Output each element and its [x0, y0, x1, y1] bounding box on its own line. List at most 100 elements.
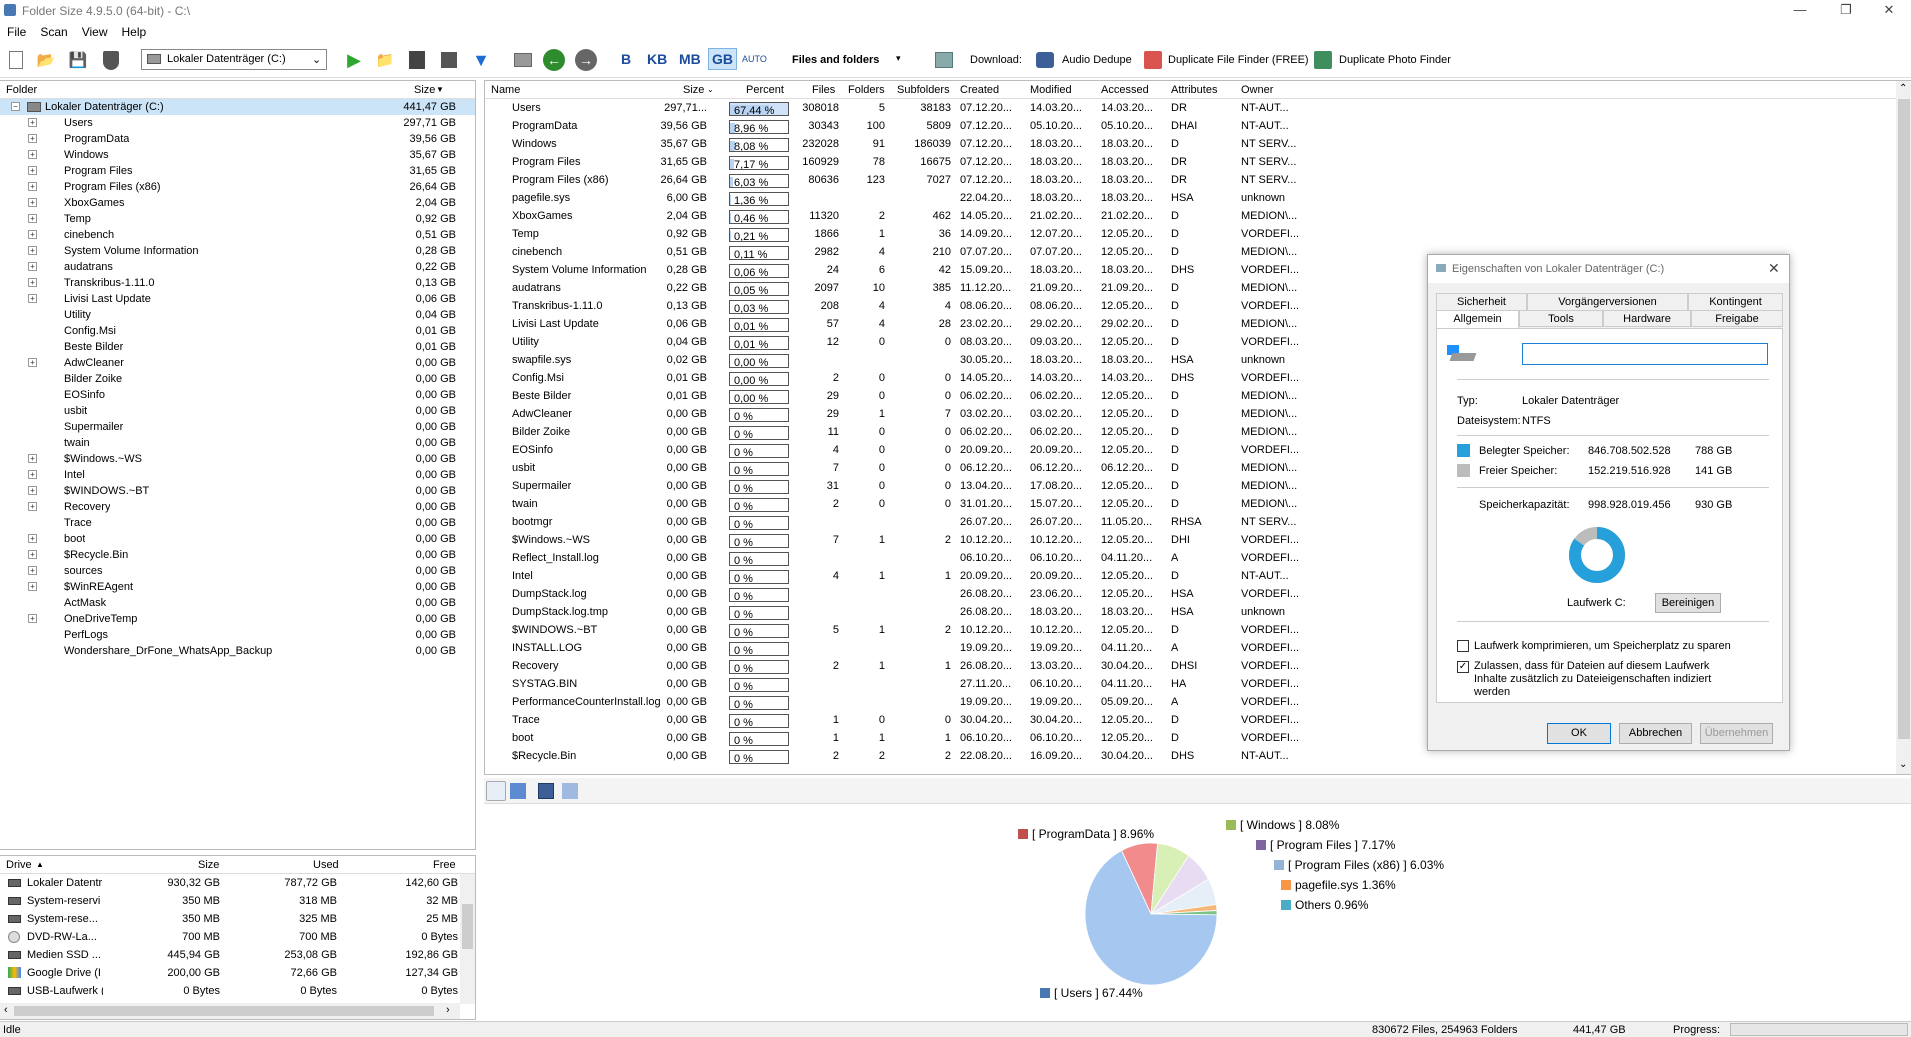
drives-vscrollbar[interactable] [460, 874, 475, 1004]
tree-row[interactable]: + Temp 0,92 GB [0, 211, 475, 227]
tab-tools[interactable]: Tools [1519, 310, 1603, 327]
drives-hscrollbar[interactable]: ‹ › [0, 1003, 460, 1019]
expand-icon[interactable]: + [28, 454, 37, 463]
file-row[interactable]: Program Files 31,65 GB 7,17 % 160929 78 16675… [485, 154, 1895, 172]
close-icon[interactable]: ✕ [1866, 0, 1911, 22]
drive-row[interactable]: Google Drive (I 200,00 GB 72,66 GB 127,34 G… [0, 964, 460, 982]
expand-icon[interactable]: + [28, 614, 37, 623]
duplicate-photo-finder-link[interactable]: Duplicate Photo Finder [1339, 54, 1451, 66]
tree-row[interactable]: + AdwCleaner 0,00 GB [0, 355, 475, 371]
tree-row[interactable]: Beste Bilder 0,01 GB [0, 339, 475, 355]
file-row[interactable]: Temp 0,92 GB 0,21 % 1866 1 36 14.09.20... 12.07… [485, 226, 1895, 244]
tree-header-size[interactable]: Size [414, 84, 435, 96]
expand-icon[interactable]: + [28, 502, 37, 511]
tree-row[interactable]: Wondershare_DrFone_WhatsApp_Backup 0,00 G… [0, 643, 475, 659]
drive-row[interactable]: System-rese... 350 MB 325 MB 25 MB [0, 910, 460, 928]
drive-row[interactable]: USB-Laufwerk (0 Bytes 0 Bytes 0 Bytes [0, 982, 460, 1000]
tree-row[interactable]: + $WINDOWS.~BT 0,00 GB [0, 483, 475, 499]
drives-header-size[interactable]: Size [198, 859, 219, 871]
export-icon[interactable] [405, 48, 429, 72]
tree-row[interactable]: ActMask 0,00 GB [0, 595, 475, 611]
file-row[interactable]: XboxGames 2,04 GB 0,46 % 11320 2 462 14.05.20.… [485, 208, 1895, 226]
file-list-vscrollbar[interactable]: ⌃ ⌄ [1896, 81, 1911, 774]
tree-row[interactable]: + Program Files (x86) 26,64 GB [0, 179, 475, 195]
tree-row[interactable]: Bilder Zoike 0,00 GB [0, 371, 475, 387]
file-row[interactable]: pagefile.sys 6,00 GB 1,36 % 22.04.20... 18.0… [485, 190, 1895, 208]
tree-row[interactable]: + Program Files 31,65 GB [0, 163, 475, 179]
expand-icon[interactable]: + [28, 278, 37, 287]
folder-chart-tab-icon[interactable] [562, 783, 578, 799]
tab-vorgaengerversionen[interactable]: Vorgängerversionen [1527, 293, 1688, 310]
tree-row[interactable]: EOSinfo 0,00 GB [0, 387, 475, 403]
col-percent[interactable]: Percent [746, 84, 784, 96]
play-icon[interactable]: ▶ [342, 48, 366, 72]
restore-icon[interactable]: ❐ [1823, 0, 1869, 22]
tree-row[interactable]: + ProgramData 39,56 GB [0, 131, 475, 147]
col-owner[interactable]: Owner [1241, 84, 1273, 96]
file-row[interactable]: Windows 35,67 GB 8,08 % 232028 91 186039 07.12… [485, 136, 1895, 154]
tree-row[interactable]: Utility 0,04 GB [0, 307, 475, 323]
expand-icon[interactable]: + [28, 198, 37, 207]
tree-row[interactable]: usbit 0,00 GB [0, 403, 475, 419]
file-row[interactable]: Users 297,71... 67,44 % 308018 5 38183 07.12.2… [485, 100, 1895, 118]
tab-sicherheit[interactable]: Sicherheit [1436, 293, 1527, 310]
open-folder-icon[interactable]: 📂 [34, 48, 58, 72]
col-name[interactable]: Name [491, 84, 520, 96]
tree-row[interactable]: + audatrans 0,22 GB [0, 259, 475, 275]
tree-header-folder[interactable]: Folder [6, 84, 37, 96]
expand-icon[interactable]: + [28, 230, 37, 239]
col-created[interactable]: Created [960, 84, 999, 96]
dialog-close-icon[interactable]: ✕ [1768, 260, 1780, 277]
tab-hardware[interactable]: Hardware [1603, 310, 1691, 327]
expand-icon[interactable]: + [28, 134, 37, 143]
tree-row[interactable]: Config.Msi 0,01 GB [0, 323, 475, 339]
apply-button[interactable]: Übernehmen [1700, 723, 1773, 744]
drives-header-free[interactable]: Free [433, 859, 456, 871]
unit-auto-button[interactable]: AUTO [742, 54, 767, 64]
drive-row[interactable]: Lokaler Datentr 930,32 GB 787,72 GB 142,60 … [0, 874, 460, 892]
minimize-icon[interactable]: — [1777, 0, 1823, 22]
tree-row[interactable]: Supermailer 0,00 GB [0, 419, 475, 435]
expand-icon[interactable]: + [28, 358, 37, 367]
tree-row[interactable]: + Intel 0,00 GB [0, 467, 475, 483]
expand-icon[interactable]: + [28, 550, 37, 559]
col-subfolders[interactable]: Subfolders [897, 84, 950, 96]
scroll-right-icon[interactable]: › [446, 1004, 450, 1016]
ok-button[interactable]: OK [1547, 723, 1611, 744]
tree-row[interactable]: + XboxGames 2,04 GB [0, 195, 475, 211]
drive-name-input[interactable] [1522, 343, 1768, 365]
col-folders[interactable]: Folders [848, 84, 885, 96]
expand-icon[interactable]: + [28, 118, 37, 127]
pie-chart-tab-icon[interactable] [486, 781, 506, 801]
duplicate-file-finder-link[interactable]: Duplicate File Finder (FREE) [1168, 54, 1309, 66]
treemap-tab-icon[interactable] [538, 783, 554, 799]
tree-row[interactable]: + $WinREAgent 0,00 GB [0, 579, 475, 595]
scroll-left-icon[interactable]: ‹ [4, 1004, 8, 1016]
unit-mb-button[interactable]: MB [679, 51, 701, 67]
unit-kb-button[interactable]: KB [647, 51, 667, 67]
drives-header-drive[interactable]: Drive [6, 859, 32, 871]
col-size[interactable]: Size [683, 84, 704, 96]
expand-icon[interactable]: + [28, 182, 37, 191]
tree-row[interactable]: + Recovery 0,00 GB [0, 499, 475, 515]
stop-icon[interactable] [437, 48, 461, 72]
drive-row[interactable]: DVD-RW-La... 700 MB 700 MB 0 Bytes [0, 928, 460, 946]
tab-kontingent[interactable]: Kontingent [1688, 293, 1783, 310]
tree-row[interactable]: + boot 0,00 GB [0, 531, 475, 547]
tree-row[interactable]: PerfLogs 0,00 GB [0, 627, 475, 643]
print-icon[interactable] [511, 48, 535, 72]
expand-icon[interactable]: + [28, 566, 37, 575]
view-mode-caret-icon[interactable]: ▾ [896, 53, 901, 64]
back-icon[interactable]: ← [542, 48, 566, 72]
bar-chart-tab-icon[interactable] [510, 783, 526, 799]
tab-freigabe[interactable]: Freigabe [1691, 310, 1783, 327]
drives-vscroll-thumb[interactable] [462, 904, 473, 949]
unit-b-button[interactable]: B [621, 51, 631, 67]
expand-icon[interactable]: + [28, 294, 37, 303]
drives-hscroll-thumb[interactable] [14, 1006, 434, 1016]
expand-icon[interactable]: + [28, 534, 37, 543]
expand-icon[interactable]: + [28, 582, 37, 591]
unit-gb-button[interactable]: GB [708, 48, 737, 70]
expand-icon[interactable]: + [28, 166, 37, 175]
view-mode-select[interactable]: Files and folders [792, 54, 879, 66]
